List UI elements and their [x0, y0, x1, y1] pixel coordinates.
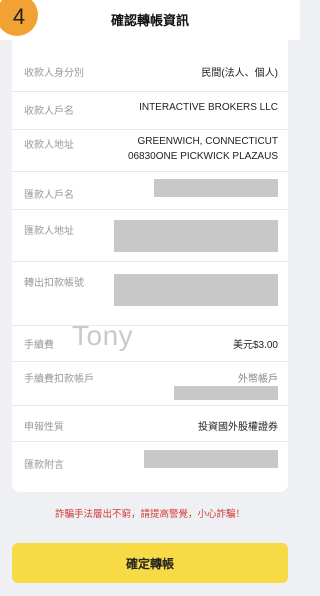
payee-address-line2: 06830ONE PICKWICK PLAZAUS	[127, 151, 278, 162]
payee-identity-label: 收款人身分別	[24, 68, 84, 79]
debit-account-label: 轉出扣款帳號	[24, 278, 84, 289]
row-declaration: 申報性質 投資國外股權證券	[12, 406, 288, 442]
confirm-transfer-button[interactable]: 確定轉帳	[12, 543, 288, 583]
remitter-address-redacted	[114, 220, 278, 252]
remitter-address-label: 匯款人地址	[24, 226, 74, 237]
remitter-name-redacted	[154, 179, 278, 197]
fee-account-value: 外幣帳戶	[238, 374, 278, 385]
transfer-details-card: 收款人身分別 民間(法人、個人) 收款人戶名 INTERACTIVE BROKE…	[12, 40, 288, 492]
header: 4 確認轉帳資訊	[0, 0, 300, 40]
row-remark: 匯款附言	[12, 442, 288, 482]
page-title: 確認轉帳資訊	[110, 13, 189, 28]
payee-identity-value: 民間(法人、個人)	[201, 68, 278, 79]
fraud-warning: 詐騙手法層出不窮，請提高警覺，小心詐騙！	[54, 509, 245, 520]
payee-address-value: GREENWICH, CONNECTICUT 06830ONE PICKWICK…	[128, 134, 278, 164]
payee-address-line1: GREENWICH, CONNECTICUT	[137, 136, 278, 147]
fee-value: 美元$3.00	[232, 340, 278, 351]
declaration-value: 投資國外股權證券	[198, 422, 278, 433]
remark-label: 匯款附言	[24, 460, 64, 471]
watermark-text: Tony	[72, 320, 134, 351]
declaration-label: 申報性質	[24, 422, 64, 433]
fee-label: 手續費	[24, 340, 54, 351]
row-payee-identity: 收款人身分別 民間(法人、個人)	[12, 54, 288, 92]
row-remitter-name: 匯款人戶名	[12, 172, 288, 210]
row-remitter-address: 匯款人地址	[12, 210, 288, 262]
row-fee: 手續費 美元$3.00	[12, 326, 288, 362]
remark-redacted	[144, 450, 278, 468]
fee-account-label: 手續費扣款帳戶	[24, 374, 94, 385]
payee-name-label: 收款人戶名	[24, 106, 74, 117]
row-debit-account: 轉出扣款帳號	[12, 262, 288, 326]
remitter-name-label: 匯款人戶名	[24, 190, 74, 201]
row-payee-address: 收款人地址 GREENWICH, CONNECTICUT 06830ONE PI…	[12, 130, 288, 172]
debit-account-redacted	[114, 274, 278, 306]
fee-account-redacted	[174, 386, 278, 400]
payee-address-label: 收款人地址	[24, 140, 74, 151]
row-payee-name: 收款人戶名 INTERACTIVE BROKERS LLC	[12, 92, 288, 130]
payee-name-value: INTERACTIVE BROKERS LLC	[139, 102, 278, 113]
row-fee-account: 手續費扣款帳戶 外幣帳戶	[12, 362, 288, 406]
